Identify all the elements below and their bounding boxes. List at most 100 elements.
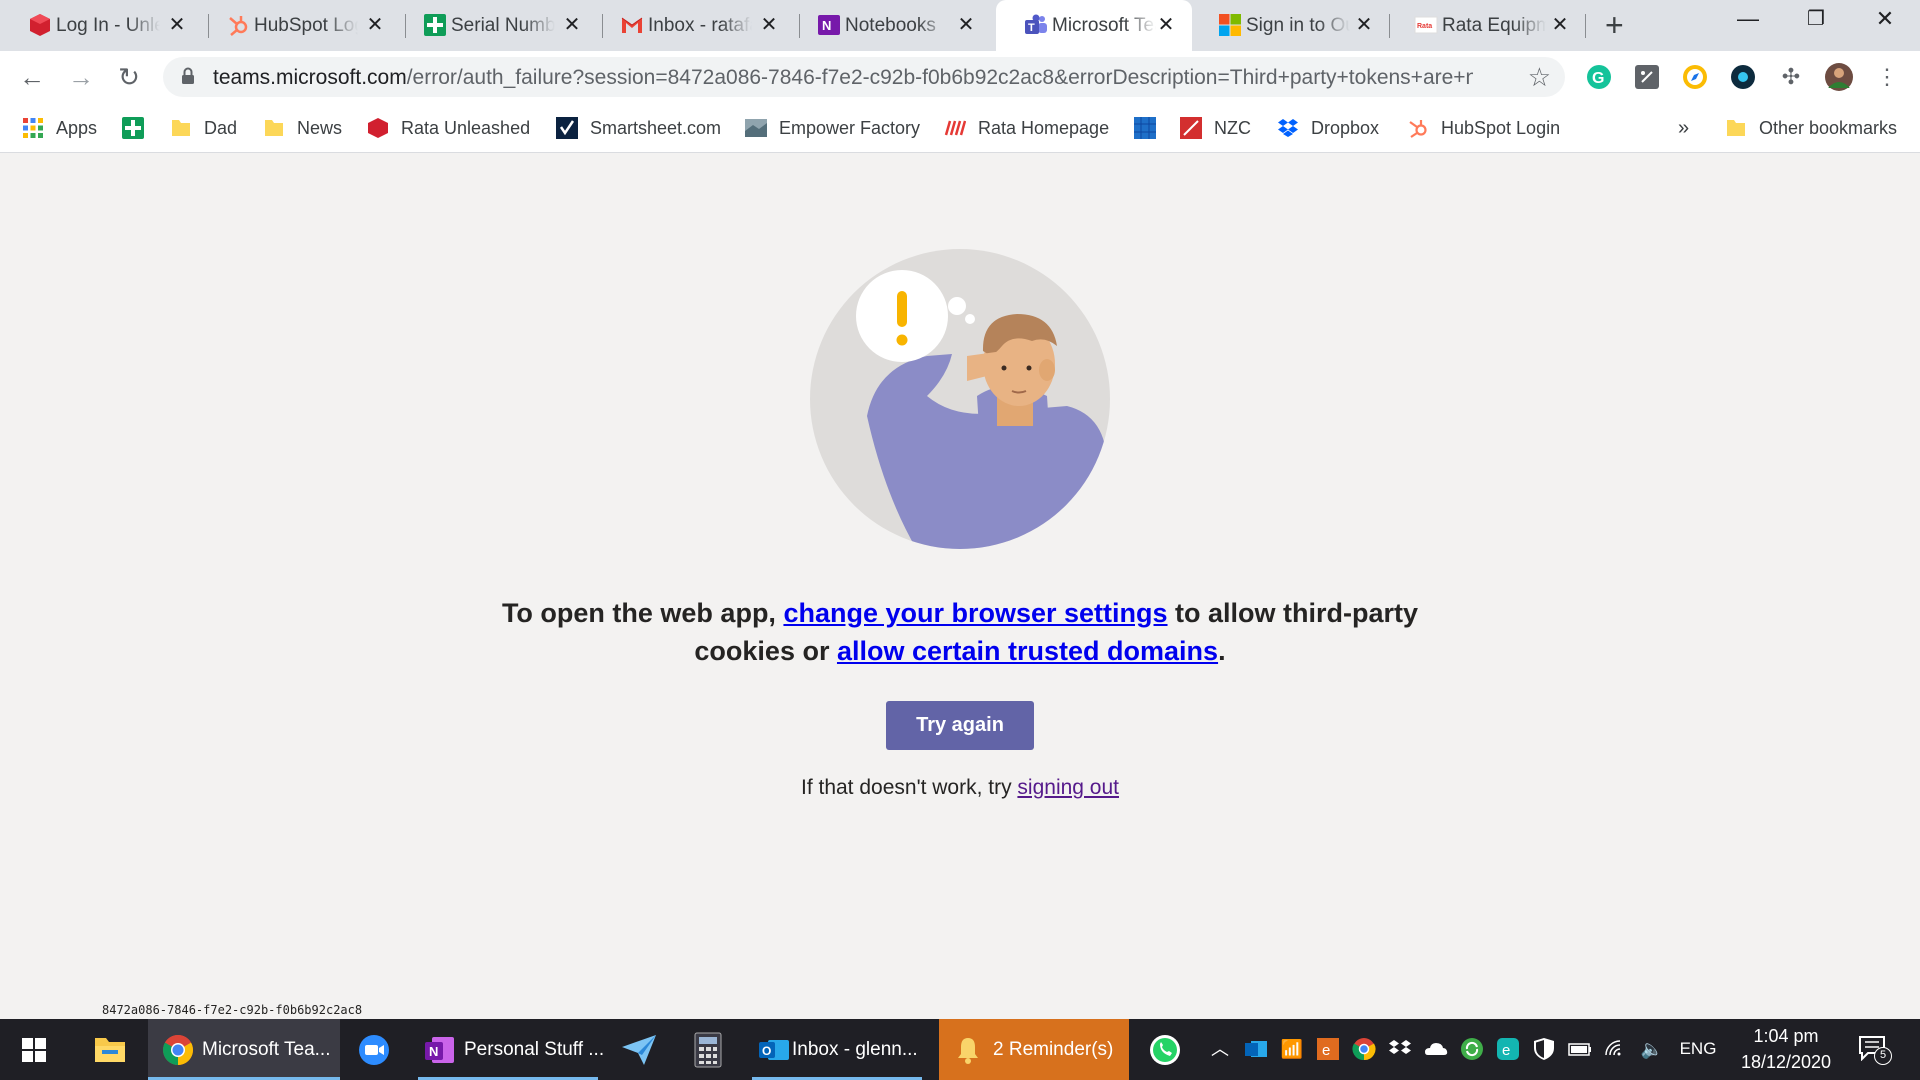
language-indicator[interactable]: ENG — [1678, 1037, 1718, 1061]
url-text: teams.microsoft.com/error/auth_failure?s… — [213, 66, 1473, 90]
rata-icon: Rata — [1414, 16, 1438, 34]
bookmark-smartsheet-plus[interactable] — [122, 115, 156, 141]
svg-text:N: N — [429, 1044, 438, 1059]
close-icon[interactable]: ✕ — [954, 13, 978, 37]
bookmark-rata-homepage[interactable]: Rata Homepage — [944, 115, 1109, 141]
close-icon[interactable]: ✕ — [757, 13, 781, 37]
orange-e-app-icon[interactable]: e — [1316, 1037, 1340, 1061]
outlook-icon: O — [759, 1039, 789, 1060]
clock[interactable]: 1:04 pm 18/12/2020 — [1736, 1023, 1836, 1075]
tab-rata-equipment[interactable]: Rata Rata Equipment ✕ — [1386, 0, 1586, 51]
teams-icon: T — [1025, 14, 1047, 34]
bookmark-rata-unleashed[interactable]: Rata Unleashed — [367, 115, 530, 141]
tab-gmail-inbox[interactable]: Inbox - ratafactory ✕ — [592, 0, 795, 51]
taskbar-reminders[interactable]: 2 Reminder(s) — [939, 1019, 1129, 1080]
avatar[interactable] — [1824, 62, 1854, 92]
bookmark-hubspot-login[interactable]: HubSpot Login — [1407, 115, 1560, 141]
bookmark-apps[interactable]: Apps — [22, 115, 97, 141]
bookmark-label: Dropbox — [1311, 117, 1380, 138]
outlook-tray-icon[interactable] — [1244, 1037, 1268, 1061]
unleashed-icon — [368, 118, 388, 138]
sign-out-link[interactable]: signing out — [1017, 776, 1119, 799]
bookmark-dad[interactable]: Dad — [170, 115, 237, 141]
try-again-button[interactable]: Try again — [886, 701, 1034, 750]
bookmark-label: Smartsheet.com — [590, 117, 722, 138]
smartsheet-icon — [556, 117, 578, 139]
tab-title: HubSpot Login — [254, 14, 358, 36]
bookmark-news[interactable]: News — [263, 115, 342, 141]
close-icon[interactable]: ✕ — [560, 13, 584, 37]
new-tab-button[interactable]: + — [1605, 8, 1624, 42]
tab-unleashed[interactable]: Log In - Unleashed ✕ — [0, 0, 203, 51]
onedrive-cloud-icon[interactable] — [1424, 1037, 1448, 1061]
green-sync-icon[interactable] — [1460, 1037, 1484, 1061]
back-button[interactable]: ← — [17, 62, 47, 92]
windows-taskbar: Microsoft Tea... N Personal Stuff ... O … — [0, 1019, 1920, 1080]
close-icon[interactable]: ✕ — [1548, 13, 1572, 37]
reload-button[interactable]: ↻ — [114, 62, 144, 92]
error-message: To open the web app, change your browser… — [460, 594, 1460, 670]
bookmark-nzc[interactable]: NZC — [1180, 115, 1251, 141]
address-bar[interactable]: teams.microsoft.com/error/auth_failure?s… — [163, 57, 1565, 97]
tab-hubspot[interactable]: HubSpot Login ✕ — [198, 0, 401, 51]
bookmark-label: Rata Unleashed — [401, 117, 531, 138]
calculator-icon[interactable] — [694, 1032, 722, 1068]
wifi-signal-icon[interactable]: 📶 — [1280, 1037, 1304, 1061]
battery-icon[interactable] — [1568, 1037, 1592, 1061]
close-icon[interactable]: ✕ — [1154, 13, 1178, 37]
show-hidden-icons-chevron-icon[interactable]: ︿ — [1208, 1037, 1232, 1061]
bookmark-blue-grid[interactable] — [1134, 115, 1168, 141]
file-explorer-icon[interactable] — [94, 1034, 126, 1064]
fallback-text: If that doesn't work, try — [800, 776, 1018, 799]
bookmark-empower-factory[interactable]: Empower Factory — [745, 115, 920, 141]
teal-e-app-icon[interactable]: e — [1496, 1037, 1520, 1061]
confused-person-illustration — [810, 249, 1110, 549]
hubspot-icon — [1409, 120, 1427, 138]
compass-extension-icon[interactable] — [1682, 64, 1708, 90]
action-center-button[interactable]: 5 — [1858, 1033, 1892, 1067]
close-icon[interactable]: ✕ — [165, 13, 189, 37]
dropbox-tray-icon[interactable] — [1388, 1037, 1412, 1061]
zoom-icon[interactable] — [358, 1034, 390, 1066]
restore-button[interactable]: ❐ — [1796, 6, 1836, 31]
wifi-icon[interactable] — [1604, 1037, 1628, 1061]
dark-circle-extension-icon[interactable] — [1730, 64, 1756, 90]
tab-notebooks[interactable]: N Notebooks ✕ — [789, 0, 992, 51]
tab-outlook-sign-in[interactable]: Sign in to Outlook ✕ — [1190, 0, 1390, 51]
bookmark-label: Rata Homepage — [978, 117, 1110, 138]
forward-button[interactable]: → — [66, 62, 96, 92]
tab-title: Inbox - ratafactory — [648, 14, 752, 36]
paper-plane-app-icon[interactable] — [620, 1033, 658, 1067]
allow-trusted-domains-link[interactable]: allow certain trusted domains — [837, 636, 1218, 666]
bookmark-star-icon[interactable]: ☆ — [1528, 62, 1551, 93]
extension-puzzle-dark-icon[interactable] — [1634, 64, 1660, 90]
whatsapp-icon[interactable] — [1148, 1033, 1182, 1067]
minimize-button[interactable]: — — [1728, 6, 1768, 32]
tab-strip: Log In - Unleashed ✕ HubSpot Login ✕ Ser… — [0, 0, 1920, 51]
bookmark-label: NZC — [1214, 117, 1251, 138]
tab-microsoft-teams[interactable]: T Microsoft Teams ✕ — [996, 0, 1192, 51]
bookmark-dropbox[interactable]: Dropbox — [1277, 115, 1379, 141]
volume-icon[interactable]: 🔈 — [1640, 1037, 1664, 1061]
menu-kebab-icon[interactable]: ⋮ — [1872, 62, 1902, 92]
security-shield-icon[interactable] — [1532, 1037, 1556, 1061]
bookmark-smartsheet[interactable]: Smartsheet.com — [556, 115, 721, 141]
windows-start-icon[interactable] — [22, 1038, 46, 1062]
change-browser-settings-link[interactable]: change your browser settings — [783, 598, 1167, 628]
apps-grid-icon — [23, 118, 43, 138]
grammarly-icon[interactable]: G — [1586, 64, 1612, 90]
taskbar-onenote[interactable]: N Personal Stuff ... — [418, 1019, 604, 1080]
bell-icon — [958, 1037, 978, 1064]
close-icon[interactable]: ✕ — [363, 13, 387, 37]
more-bookmarks-button[interactable]: » — [1678, 115, 1689, 141]
extensions-puzzle-icon[interactable]: ✣ — [1776, 62, 1806, 92]
clock-date: 18/12/2020 — [1740, 1052, 1832, 1072]
taskbar-chrome[interactable]: Microsoft Tea... — [148, 1019, 340, 1080]
chrome-tray-icon[interactable] — [1352, 1037, 1376, 1061]
close-window-button[interactable]: ✕ — [1865, 6, 1905, 32]
taskbar-outlook[interactable]: O Inbox - glenn... — [752, 1019, 922, 1080]
bookmark-label: Empower Factory — [779, 117, 921, 138]
tab-serial-numbers[interactable]: Serial Numbers ✕ — [395, 0, 598, 51]
close-icon[interactable]: ✕ — [1352, 13, 1376, 37]
other-bookmarks[interactable]: Other bookmarks — [1725, 115, 1897, 141]
